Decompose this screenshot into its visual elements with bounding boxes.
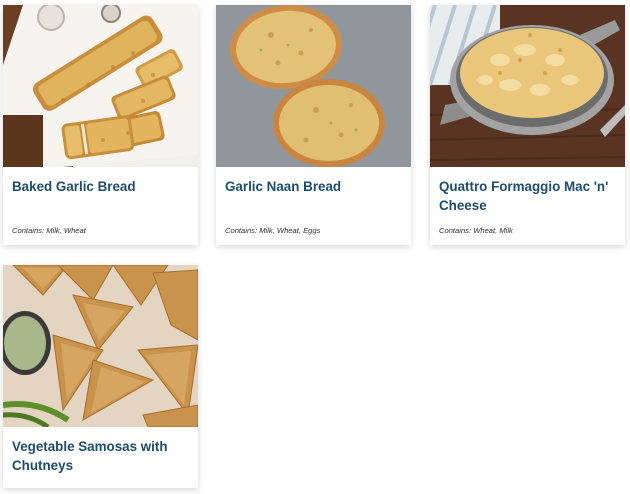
menu-card-mac-n-cheese[interactable]: Quattro Formaggio Mac 'n' Cheese Contain…: [430, 5, 625, 245]
menu-card-vegetable-samosas[interactable]: Vegetable Samosas with Chutneys: [3, 265, 198, 488]
item-title: Baked Garlic Bread: [12, 179, 136, 194]
mac-n-cheese-photo: [430, 5, 625, 167]
item-title: Quattro Formaggio Mac 'n' Cheese: [439, 179, 609, 213]
menu-card-baked-garlic-bread[interactable]: Baked Garlic Bread Contains: Milk, Wheat: [3, 5, 198, 245]
allergen-info: Contains: Wheat, Milk: [439, 226, 513, 235]
garlic-naan-bread-photo: [216, 5, 411, 167]
vegetable-samosas-photo: [3, 265, 198, 427]
allergen-info: Contains: Milk, Wheat: [12, 226, 86, 235]
baked-garlic-bread-photo: [3, 5, 198, 167]
menu-card-garlic-naan-bread[interactable]: Garlic Naan Bread Contains: Milk, Wheat,…: [216, 5, 411, 245]
item-title: Garlic Naan Bread: [225, 179, 342, 194]
allergen-info: Contains: Milk, Wheat, Eggs: [225, 226, 321, 235]
item-title: Vegetable Samosas with Chutneys: [12, 439, 168, 473]
